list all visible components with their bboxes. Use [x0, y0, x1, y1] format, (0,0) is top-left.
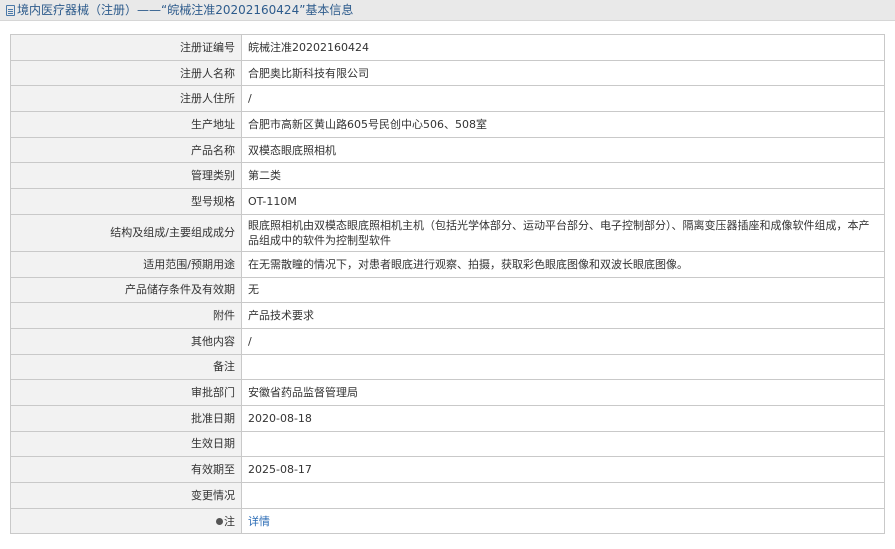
- field-value: 皖械注准20202160424: [241, 34, 885, 61]
- field-label: 适用范围/预期用途: [10, 250, 242, 278]
- field-value: 眼底照相机由双模态眼底照相机主机（包括光学体部分、运动平台部分、电子控制部分）、…: [241, 213, 885, 252]
- table-row: 型号规格 OT-110M: [10, 188, 885, 215]
- table-row: 注册人住所 /: [10, 85, 885, 113]
- table-row: 结构及组成/主要组成成分 眼底照相机由双模态眼底照相机主机（包括光学体部分、运动平…: [10, 213, 885, 252]
- table-row: 其他内容 /: [10, 327, 885, 355]
- table-row: 批准日期 2020-08-18: [10, 404, 885, 432]
- field-value: 2020-08-18: [241, 404, 885, 432]
- page-title-bar: 境内医疗器械（注册）——“皖械注准20202160424”基本信息: [0, 0, 895, 21]
- note-row: 注 详情: [10, 507, 885, 535]
- field-value: 第二类: [241, 162, 885, 190]
- field-value: 双模态眼底照相机: [241, 136, 885, 164]
- details-link[interactable]: 详情: [248, 515, 270, 528]
- field-value: 合肥奥比斯科技有限公司: [241, 59, 885, 87]
- table-row: 附件 产品技术要求: [10, 302, 885, 329]
- table-row: 注册人名称 合肥奥比斯科技有限公司: [10, 59, 885, 87]
- field-label: 产品储存条件及有效期: [10, 276, 242, 304]
- table-row: 管理类别 第二类: [10, 162, 885, 190]
- detail-container: 注册证编号 皖械注准20202160424 注册人名称 合肥奥比斯科技有限公司 注册…: [0, 21, 895, 535]
- field-value: 在无需散瞳的情况下，对患者眼底进行观察、拍摄，获取彩色眼底图像和双波长眼底图像。: [241, 250, 885, 278]
- field-label: 生产地址: [10, 111, 242, 138]
- table-row: 产品储存条件及有效期无: [10, 276, 885, 304]
- field-value: [241, 482, 885, 509]
- field-label: 附件: [10, 302, 242, 329]
- table-row: 生产地址 合肥市高新区黄山路605号民创中心506、508室: [10, 111, 885, 138]
- table-row: 生效日期: [10, 430, 885, 458]
- table-row: 适用范围/预期用途 在无需散瞳的情况下，对患者眼底进行观察、拍摄，获取彩色眼底图像…: [10, 250, 885, 278]
- field-value: OT-110M: [241, 188, 885, 215]
- field-label: 生效日期: [10, 430, 242, 458]
- field-label: 批准日期: [10, 404, 242, 432]
- table-row: 变更情况: [10, 482, 885, 509]
- field-label: 其他内容: [10, 327, 242, 355]
- field-value: 安徽省药品监督管理局: [241, 379, 885, 406]
- page-title: 境内医疗器械（注册）——“皖械注准20202160424”基本信息: [17, 3, 354, 17]
- field-label: 结构及组成/主要组成成分: [10, 213, 242, 252]
- field-value: 无: [241, 276, 885, 304]
- field-value: [241, 430, 885, 458]
- field-label: 型号规格: [10, 188, 242, 215]
- field-value: 2025-08-17: [241, 456, 885, 483]
- field-value: /: [241, 85, 885, 113]
- table-row: 有效期至 2025-08-17: [10, 456, 885, 483]
- note-label-cell: 注: [10, 507, 242, 535]
- document-icon: [6, 5, 15, 16]
- table-row: 产品名称 双模态眼底照相机: [10, 136, 885, 164]
- table-row: 审批部门 安徽省药品监督管理局: [10, 379, 885, 406]
- field-label: 产品名称: [10, 136, 242, 164]
- field-label: 注册人名称: [10, 59, 242, 87]
- field-value: /: [241, 327, 885, 355]
- field-label: 审批部门: [10, 379, 242, 406]
- field-value: 产品技术要求: [241, 302, 885, 329]
- table-row: 注册证编号 皖械注准20202160424: [10, 34, 885, 61]
- field-label: 有效期至: [10, 456, 242, 483]
- field-label: 变更情况: [10, 482, 242, 509]
- field-label: 管理类别: [10, 162, 242, 190]
- field-label: 备注: [10, 353, 242, 381]
- table-row: 备注: [10, 353, 885, 381]
- field-value: [241, 353, 885, 381]
- note-value-cell: 详情: [241, 507, 885, 535]
- field-value: 合肥市高新区黄山路605号民创中心506、508室: [241, 111, 885, 138]
- pin-icon: [216, 517, 223, 525]
- field-label: 注册人住所: [10, 85, 242, 113]
- detail-table: 注册证编号 皖械注准20202160424 注册人名称 合肥奥比斯科技有限公司 注册…: [10, 34, 885, 535]
- note-label: 注: [224, 514, 235, 528]
- field-label: 注册证编号: [10, 34, 242, 61]
